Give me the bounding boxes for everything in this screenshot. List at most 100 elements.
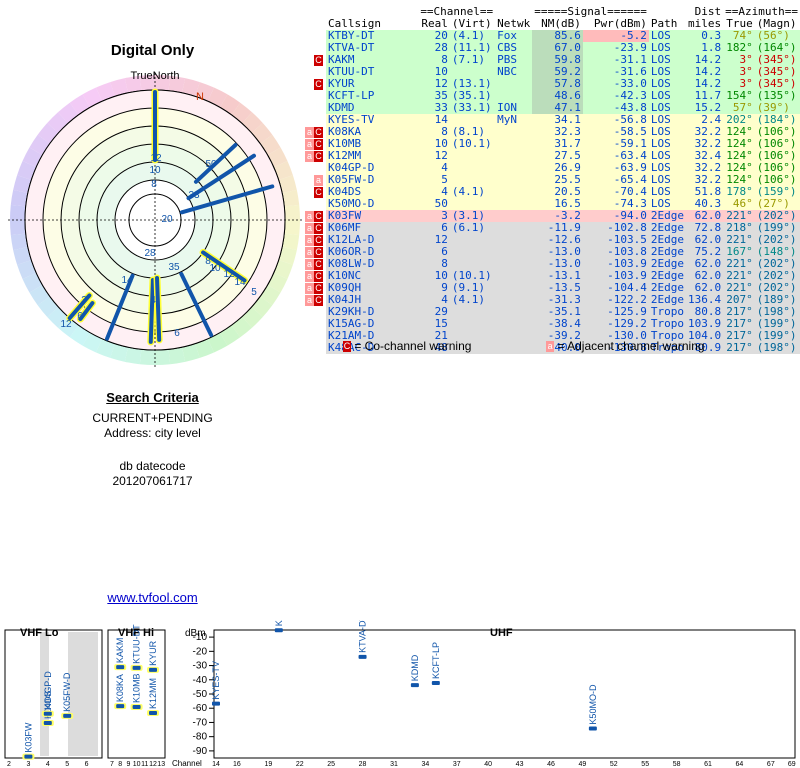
spectrum-marker-label: KYUR — [148, 640, 158, 666]
true-north-label: TrueNorth — [130, 70, 179, 82]
spectrum-marker-label: KTUU-DT — [132, 624, 142, 664]
virtual-channel — [450, 234, 495, 246]
channel-tick-label: 40 — [484, 761, 492, 768]
channel-tick-label: 64 — [736, 761, 744, 768]
spectrum-marker-bar — [63, 713, 72, 718]
azimuth-ring-segment — [155, 349, 171, 365]
virtual-channel — [450, 162, 495, 174]
virtual-channel: (7.1) — [451, 53, 485, 66]
network — [495, 270, 532, 282]
co-channel-warning-badge: C — [314, 235, 323, 246]
spectrum-marker-label: K08KA — [115, 674, 125, 702]
adjacent-channel-warning-badge: a — [305, 139, 314, 150]
azimuth-ring-segment — [139, 349, 155, 365]
spectrum-marker-label: K03FW — [23, 722, 33, 753]
spectrum-marker-label: K05FW-D — [62, 672, 72, 712]
co-channel-warning-badge: C — [314, 211, 323, 222]
adjacent-channel-warning-badge: a — [305, 127, 314, 138]
adjacent-channel-warning-badge: a — [305, 223, 314, 234]
channel-tick-label: 13 — [157, 761, 165, 768]
channel-tick-label: 4 — [46, 761, 50, 768]
spectrum-marker-bar — [43, 721, 52, 726]
adjacent-channel-warning-badge: a — [305, 283, 314, 294]
network — [495, 246, 532, 258]
channel-tick-label: 58 — [673, 761, 681, 768]
co-channel-warning-badge: C — [314, 283, 323, 294]
station-ray-label: 35 — [168, 262, 180, 273]
co-channel-warning-badge: C — [314, 139, 323, 150]
spectrum-marker: KTUU-DT — [130, 624, 143, 671]
spectrum-marker: K08KA — [114, 674, 127, 710]
network — [495, 150, 532, 162]
station-ray-label: 10 — [149, 165, 161, 176]
adjacent-channel-warning-badge: a — [305, 295, 314, 306]
station-ray-label: 12 — [150, 153, 162, 164]
spectrum-marker: K03FW — [22, 722, 35, 760]
spectrum-marker-bar — [358, 654, 367, 659]
channel-tick-label: 43 — [516, 761, 524, 768]
co-channel-warning-badge: C — [314, 259, 323, 270]
dbm-tick-label: -10 — [193, 632, 208, 643]
network — [495, 138, 532, 150]
network — [495, 222, 532, 234]
virtual-channel: (33.1) — [451, 101, 492, 114]
co-channel-warning-badge: C — [314, 271, 323, 282]
station-ray-label: 14 — [121, 275, 133, 286]
station-ray-label: 10 — [209, 263, 221, 274]
station-ray-label: 4 — [150, 295, 156, 306]
spectrum-marker: KCFT-LP — [431, 642, 441, 686]
warning-legend: C = Co-channel warning a = Adjacent chan… — [343, 339, 705, 353]
channel-tick-label: 9 — [126, 761, 130, 768]
channel-tick-label: 16 — [233, 761, 241, 768]
spectrum-marker-bar — [274, 628, 283, 633]
channel-tick-label: 11 — [141, 761, 148, 768]
channel-tick-label: 69 — [788, 761, 796, 768]
channel-tick-label: 28 — [359, 761, 367, 768]
azimuth-ring-segment — [284, 204, 300, 220]
radar-polar-plot: TrueNorth N 1210850332028351481012145361… — [8, 70, 302, 367]
channel-tick-label: 3 — [26, 761, 30, 768]
virtual-channel: (6.1) — [451, 221, 485, 234]
network — [495, 126, 532, 138]
db-datecode-label: db datecode — [119, 459, 186, 473]
spectrum-chart: VHF Lo VHF Hi UHF dBm -10-20-30-40-50-60… — [4, 620, 796, 768]
dbm-tick-label: -90 — [193, 746, 208, 757]
azimuth-ring-segment — [10, 204, 26, 220]
azimuth-ring-segment — [10, 220, 26, 236]
spectrum-marker-label: KCFT-LP — [431, 642, 441, 679]
adjacent-channel-swatch: a — [546, 341, 555, 353]
channel-tick-label: 55 — [641, 761, 649, 768]
network — [495, 198, 532, 210]
spectrum-marker-bar — [24, 754, 33, 759]
network — [495, 282, 532, 294]
tvfool-link[interactable]: www.tvfool.com — [100, 590, 205, 605]
station-ray-label: 6 — [77, 311, 83, 322]
spectrum-marker-bar — [588, 726, 597, 731]
network: MyN — [497, 113, 518, 126]
spectrum-marker-bar — [116, 665, 125, 670]
channel-tick-label: 19 — [264, 761, 272, 768]
station-ray-label: 5 — [251, 287, 257, 298]
spectrum-marker-label: K04GP-D — [43, 671, 53, 710]
adjacent-channel-warning-badge: a — [314, 175, 323, 186]
spectrum-marker: KYES-TV — [211, 661, 221, 706]
network — [495, 318, 532, 330]
station-ray-label: 12 — [223, 269, 235, 280]
spectrum-marker: KTBY-DT — [274, 620, 284, 633]
channel-tick-label: 49 — [578, 761, 586, 768]
channel-tick-label: 67 — [767, 761, 775, 768]
dbm-tick-label: -40 — [193, 675, 208, 686]
adjacent-channel-warning-badge: a — [305, 211, 314, 222]
channel-tick-label: 5 — [65, 761, 69, 768]
spectrum-marker: KTVA-DT — [358, 620, 368, 659]
spectrum-marker-label: KTVA-DT — [358, 620, 368, 653]
co-channel-warning-badge: C — [314, 295, 323, 306]
dbm-tick-label: -50 — [193, 689, 208, 700]
channel-tick-label: 25 — [327, 761, 335, 768]
azimuth-ring-segment — [284, 220, 300, 236]
spectrum-marker: KAKM — [114, 638, 127, 671]
co-channel-warning-badge: C — [314, 151, 323, 162]
dbm-tick-label: -70 — [193, 717, 208, 728]
station-ray-label: 14 — [234, 277, 246, 288]
spectrum-marker-label: KAKM — [115, 638, 125, 664]
